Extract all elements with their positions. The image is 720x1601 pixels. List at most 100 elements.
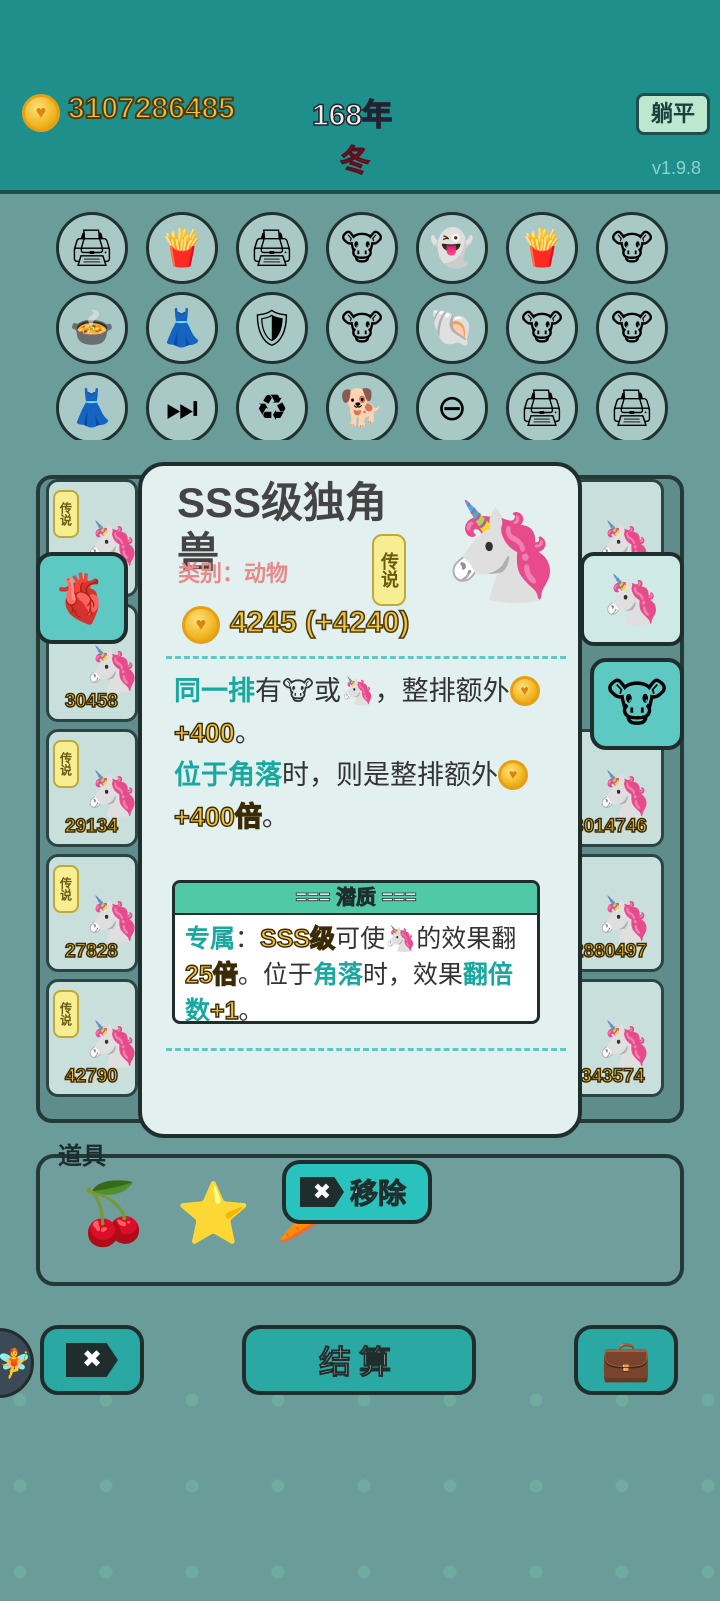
star-icon[interactable]: ⭐ (176, 1178, 251, 1249)
grid-tile[interactable]: 🐕 (326, 372, 398, 444)
pot-highlight: 角落 (312, 961, 363, 989)
grid-tile[interactable]: 🖨 (56, 212, 128, 284)
skip-icon: ⏭ (165, 387, 199, 428)
potential-text: 专属：SSS级可使🦄的效果翻25倍。位于角落时，效果翻倍数+1。 (175, 915, 537, 1024)
remove-button[interactable]: ✖ 移除 (282, 1160, 432, 1224)
remove-label: 移除 (349, 1178, 407, 1210)
skirt-icon: 👗 (159, 307, 205, 348)
bag-button[interactable]: 💼 (574, 1325, 678, 1395)
grid-tile[interactable]: 🖨 (596, 372, 668, 444)
cell-value: 30458 (64, 690, 118, 713)
grid-tile[interactable]: 🐮 (506, 292, 578, 364)
unicorn-icon: 🦄 (85, 895, 138, 944)
legend-tag: 传说 (53, 990, 79, 1038)
grid-tile[interactable]: 🍲 (56, 292, 128, 364)
items-label: 道具 (58, 1143, 106, 1170)
unicorn-icon[interactable]: 🦄 (580, 552, 684, 646)
shell-icon: 🐚 (429, 307, 475, 348)
cow-pair-icon: 🐮 (610, 227, 654, 268)
printer-icon: 🖨 (519, 387, 565, 428)
divider (166, 656, 566, 659)
fries-icon: 🍟 (519, 227, 565, 268)
fries-icon: 🍟 (159, 227, 205, 268)
grid-tile[interactable]: 🐮 (596, 292, 668, 364)
grid-tile[interactable]: 🐮 (596, 212, 668, 284)
legend-tag: 传说 (53, 740, 79, 788)
cow-pair-icon: 🐮 (610, 307, 654, 348)
dog-sunglasses-icon: 🐕 (339, 387, 385, 428)
potential-header: === 潜质 === (175, 883, 537, 915)
grid-tile[interactable]: ⏭ (146, 372, 218, 444)
settle-button[interactable]: 结算 (242, 1325, 476, 1395)
printer-icon: 🖨 (69, 227, 115, 268)
coin-balance: 3107286485 (67, 91, 236, 126)
popup-description: 同一排有🐮或🦄，整排额外+400。 位于角落时，则是整排额外+400倍。 (173, 670, 546, 838)
close-icon: ✖ (300, 1177, 344, 1207)
potential-box: === 潜质 === 专属：SSS级可使🦄的效果翻25倍。位于角落时，效果翻倍数… (172, 880, 540, 1024)
unicorn-icon: 🦄 (385, 925, 417, 953)
grid-tile[interactable]: 🐮 (326, 212, 398, 284)
background-pattern (0, 1380, 720, 1601)
divider (166, 1048, 566, 1051)
grid-tile[interactable]: 🍟 (506, 212, 578, 284)
lie-flat-button[interactable]: 躺平 (636, 93, 710, 135)
coin-icon (498, 760, 528, 790)
grid-tile[interactable]: 🐮 (326, 292, 398, 364)
unicorn-icon: 🦄 (85, 1020, 138, 1069)
shield-wrench-icon: 🛡 (249, 307, 295, 348)
pot-text: 。 (238, 997, 264, 1024)
cow-pair-icon: 🐮 (340, 227, 384, 268)
cell-value: 343574 (580, 1065, 645, 1088)
desc-text: 时，则是整排额外 (282, 760, 498, 790)
pot-text: 的效果翻 (416, 925, 517, 953)
liver-icon[interactable]: 🫀 (36, 552, 128, 644)
grid-tile[interactable]: 🖨 (506, 372, 578, 444)
year-label: 168年 (311, 98, 393, 133)
pot-bonus: SSS级 (259, 924, 336, 953)
board-cell[interactable]: 传说 🦄 42790 (46, 979, 138, 1097)
grid-tile[interactable]: 🖨 (236, 212, 308, 284)
grid-tile[interactable]: 🍟 (146, 212, 218, 284)
pot-text: 时，效果 (362, 961, 463, 989)
close-icon: ✖ (66, 1343, 118, 1377)
desc-bonus: +400 (173, 717, 235, 748)
skirt-icon: 👗 (69, 387, 115, 428)
lychee-icon[interactable]: 🍒 (76, 1178, 151, 1249)
symbol-detail-popup: SSS级独角兽 类别：动物 传说 🦄 4245 (+4240) 同一排有🐮或🦄，… (138, 462, 582, 1138)
board-cell[interactable]: 传说 🦄 27828 (46, 854, 138, 972)
cell-value: 3014746 (573, 815, 648, 838)
unicorn-icon: 🦄 (85, 645, 138, 694)
minus-circle-icon: ⊖ (436, 387, 468, 428)
grid-tile[interactable]: 🛡 (236, 292, 308, 364)
grid-tile[interactable]: 👻 (416, 212, 488, 284)
close-button[interactable]: ✖ (40, 1325, 144, 1395)
unicorn-icon: 🦄 (85, 770, 138, 819)
board-cell[interactable]: 传说 🦄 29134 (46, 729, 138, 847)
season-label: 冬 (340, 145, 371, 179)
cell-value: 42790 (64, 1065, 118, 1088)
pot-text: 。位于 (237, 961, 313, 989)
grid-tile[interactable]: ⊖ (416, 372, 488, 444)
cooking-pot-icon: 🍲 (69, 307, 115, 348)
board-cell[interactable]: 🦄 343574 (572, 979, 664, 1097)
printer-icon: 🖨 (249, 227, 295, 268)
printer-icon: 🖨 (609, 387, 655, 428)
cell-value: 29134 (64, 815, 118, 838)
grid-tile[interactable]: 👗 (56, 372, 128, 444)
grid-tile[interactable]: 👗 (146, 292, 218, 364)
popup-category: 类别：动物 (178, 561, 289, 586)
cow-icon[interactable]: 🐮 (590, 658, 684, 750)
pot-bonus: 25倍 (184, 960, 238, 989)
cow-pair-icon: 🐮 (520, 307, 564, 348)
legend-tag: 传说 (53, 490, 79, 538)
desc-text: 或 (313, 676, 341, 706)
desc-highlight: 位于角落 (174, 760, 282, 790)
briefcase-icon: 💼 (601, 1338, 651, 1383)
grid-tile[interactable]: ♻ (236, 372, 308, 444)
cell-value: 2880497 (573, 940, 648, 963)
unicorn-icon: 🦄 (340, 676, 375, 706)
pot-text: ： (235, 925, 261, 953)
grid-tile[interactable]: 🐚 (416, 292, 488, 364)
unicorn-icon: 🦄 (442, 498, 562, 605)
board-cell[interactable]: 🦄 2880497 (572, 854, 664, 972)
